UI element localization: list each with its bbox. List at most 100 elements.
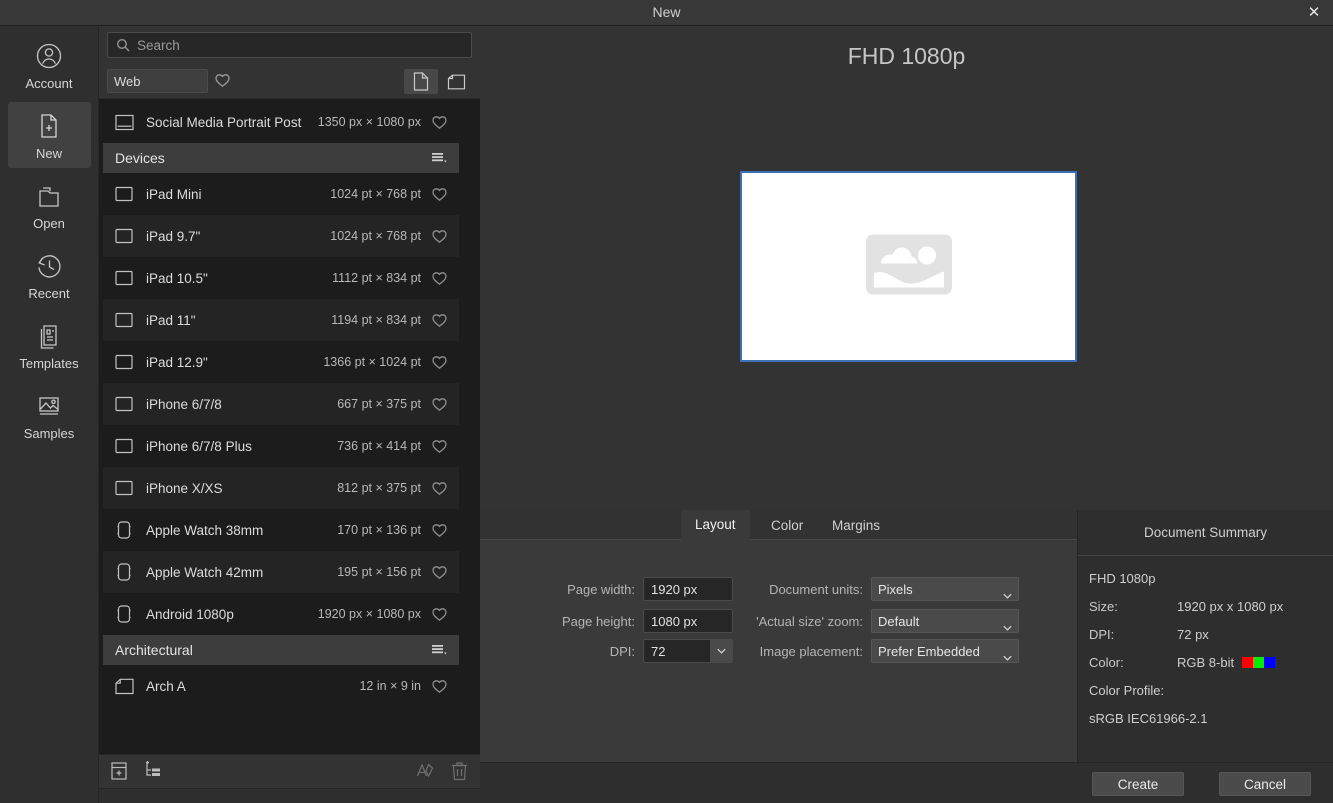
document-units-label: Document units:: [769, 581, 863, 597]
search-input[interactable]: [137, 37, 463, 53]
favorite-heart-icon[interactable]: [431, 606, 449, 622]
list-item-name: iPhone X/XS: [146, 480, 223, 496]
rename-icon[interactable]: [416, 761, 435, 780]
list-item-name: iPhone 6/7/8: [146, 396, 222, 412]
sidebar-item-account[interactable]: Account: [8, 32, 91, 98]
sidebar-item-recent[interactable]: Recent: [8, 242, 91, 308]
list-item[interactable]: iPad 9.7" 1024 pt × 768 pt: [103, 215, 459, 257]
actual-size-zoom-select[interactable]: DefaultActual sizeFit: [871, 609, 1019, 633]
list-item-name: iPad 9.7": [146, 228, 201, 244]
sidebar: Account New Open Recent Templates Sample…: [0, 26, 99, 803]
favorite-heart-icon[interactable]: [431, 312, 449, 328]
sidebar-item-templates[interactable]: Templates: [8, 312, 91, 378]
tab-color[interactable]: Color: [757, 510, 817, 540]
list-item-dimensions: 1112 pt × 834 pt: [332, 271, 421, 285]
color-swatches: [1242, 656, 1276, 668]
close-icon[interactable]: ✕: [1301, 2, 1327, 24]
summary-value: 72 px: [1177, 626, 1209, 642]
tablet-icon: [115, 186, 135, 203]
summary-preset-name-row: FHD 1080p: [1078, 564, 1333, 592]
list-item-dimensions: 1024 pt × 768 pt: [330, 187, 421, 201]
list-menu-icon[interactable]: [431, 643, 449, 657]
sidebar-item-label: Templates: [19, 356, 79, 371]
preset-landscape-icon: [115, 114, 135, 131]
list-item[interactable]: Apple Watch 38mm 170 pt × 136 pt: [103, 509, 459, 551]
favorite-heart-icon[interactable]: [431, 480, 449, 496]
list-menu-icon[interactable]: [431, 151, 449, 165]
category-header[interactable]: Devices: [103, 143, 459, 173]
favorite-heart-icon[interactable]: [431, 564, 449, 580]
recent-clock-icon: [32, 249, 66, 283]
page-width-input[interactable]: [643, 577, 733, 601]
search-box[interactable]: [107, 32, 472, 58]
image-placement-select[interactable]: Prefer EmbeddedPrefer Linked: [871, 639, 1019, 663]
page-view-icon[interactable]: [404, 69, 438, 94]
tab-layout[interactable]: Layout: [681, 510, 750, 540]
tablet-icon: [115, 396, 135, 413]
document-units-select[interactable]: PixelsPointsInchesMillimetres: [871, 577, 1019, 601]
list-item[interactable]: iPhone 6/7/8 Plus 736 pt × 414 pt: [103, 425, 459, 467]
favorite-heart-icon[interactable]: [431, 228, 449, 244]
trash-icon[interactable]: [451, 761, 468, 781]
page-height-input[interactable]: [643, 609, 733, 633]
list-item-dimensions: 1920 px × 1080 px: [317, 607, 421, 621]
color-swatch: [1242, 656, 1254, 668]
list-item[interactable]: iPad Mini 1024 pt × 768 pt: [103, 173, 459, 215]
preset-scroll-area[interactable]: Social Media Portrait Post 1350 px × 108…: [99, 99, 480, 754]
category-header-label: Architectural: [115, 642, 193, 658]
list-item-name: iPad Mini: [146, 186, 202, 202]
dialog-footer: Create Cancel: [480, 762, 1333, 803]
samples-image-icon: [32, 389, 66, 423]
sidebar-item-label: Account: [25, 76, 73, 91]
list-item[interactable]: iPad 11" 1194 pt × 834 pt: [103, 299, 459, 341]
list-item[interactable]: Social Media Portrait Post 1350 px × 108…: [103, 101, 459, 143]
category-header[interactable]: Architectural: [103, 635, 459, 665]
add-preset-icon[interactable]: [110, 761, 128, 781]
favorite-heart-icon[interactable]: [431, 270, 449, 286]
favorites-filter-heart-icon[interactable]: [214, 72, 231, 93]
tablet-icon: [115, 228, 135, 245]
favorite-heart-icon[interactable]: [431, 114, 449, 130]
new-document-dialog: New ✕ Account New Open Recent Templates …: [0, 0, 1333, 803]
favorite-heart-icon[interactable]: [431, 438, 449, 454]
favorite-heart-icon[interactable]: [431, 186, 449, 202]
favorite-heart-icon[interactable]: [431, 396, 449, 412]
list-item[interactable]: Arch A 12 in × 9 in: [103, 665, 459, 707]
list-item[interactable]: Android 1080p 1920 px × 1080 px: [103, 593, 459, 635]
list-item-name: Arch A: [146, 678, 186, 694]
preset-list: Social Media Portrait Post 1350 px × 108…: [103, 99, 459, 707]
page-height-label: Page height:: [561, 613, 635, 629]
show-on-startup-row[interactable]: Show on startup: [99, 788, 480, 803]
favorite-heart-icon[interactable]: [431, 678, 449, 694]
spread-view-icon[interactable]: [439, 69, 473, 94]
category-header-label: Devices: [115, 150, 165, 166]
summary-key: DPI:: [1089, 626, 1115, 642]
open-folder-icon: [32, 179, 66, 213]
sidebar-item-new[interactable]: New: [7, 102, 91, 168]
tab-margins[interactable]: Margins: [818, 510, 894, 540]
list-item-name: Android 1080p: [146, 606, 234, 622]
dpi-dropdown-chevron-icon[interactable]: [710, 640, 732, 662]
list-item-name: Social Media Portrait Post: [146, 114, 302, 130]
sidebar-item-open[interactable]: Open: [8, 172, 91, 238]
cancel-button[interactable]: Cancel: [1219, 772, 1311, 796]
list-item-name: iPhone 6/7/8 Plus: [146, 438, 252, 454]
list-item[interactable]: Apple Watch 42mm 195 pt × 156 pt: [103, 551, 459, 593]
color-swatch: [1253, 656, 1265, 668]
document-summary-panel: Document Summary FHD 1080p Size: 1920 px…: [1077, 510, 1333, 762]
category-filter-select[interactable]: WebPrintDevicesArchitecturalPhoto: [107, 69, 208, 93]
favorite-heart-icon[interactable]: [431, 522, 449, 538]
list-item[interactable]: iPhone X/XS 812 pt × 375 pt: [103, 467, 459, 509]
create-button[interactable]: Create: [1092, 772, 1184, 796]
add-category-icon[interactable]: [143, 761, 163, 781]
list-item[interactable]: iPhone 6/7/8 667 pt × 375 pt: [103, 383, 459, 425]
account-icon: [32, 39, 66, 73]
list-item[interactable]: iPad 12.9" 1366 pt × 1024 pt: [103, 341, 459, 383]
page-corner-icon: [115, 678, 135, 695]
preset-sections: Devices iPad Mini 1024 pt × 768 pt iPad 9.7…: [103, 143, 459, 707]
sidebar-item-samples[interactable]: Samples: [8, 382, 91, 448]
list-item[interactable]: iPad 10.5" 1112 pt × 834 pt: [103, 257, 459, 299]
list-item-dimensions: 195 pt × 156 pt: [337, 565, 421, 579]
dpi-label: DPI:: [609, 643, 635, 659]
favorite-heart-icon[interactable]: [431, 354, 449, 370]
